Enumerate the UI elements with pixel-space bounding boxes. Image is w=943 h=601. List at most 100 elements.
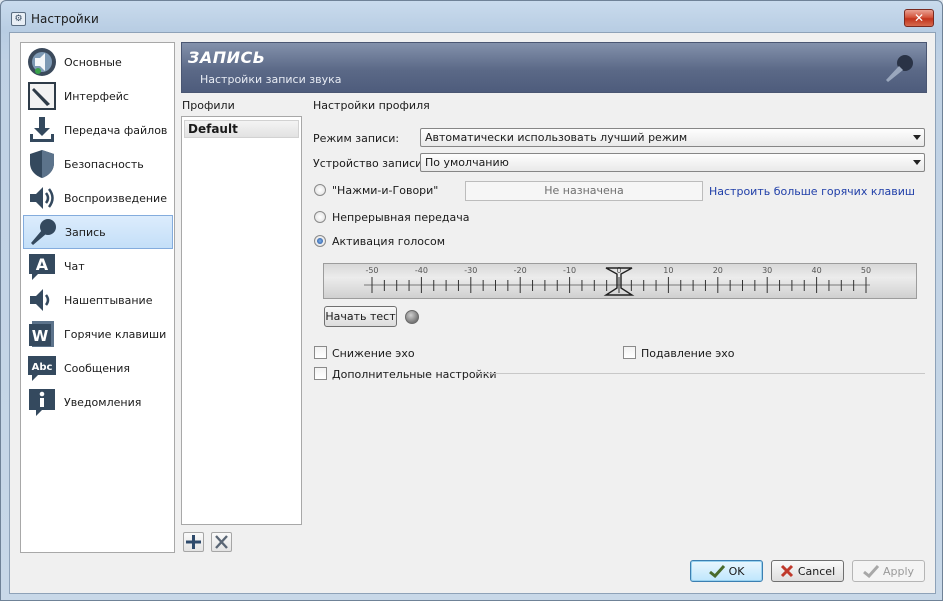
sidebar-item-file-transfer[interactable]: Передача файлов xyxy=(23,113,173,147)
sidebar-item-label: Интерфейс xyxy=(64,89,129,103)
svg-text:A: A xyxy=(36,255,49,274)
echo-cancellation-label[interactable]: Подавление эхо xyxy=(641,347,735,360)
chat-a-icon: A xyxy=(26,250,58,282)
apply-button-label: Apply xyxy=(882,564,915,578)
sidebar-item-general[interactable]: Основные xyxy=(23,45,173,79)
section-header: ЗАПИСЬ Настройки записи звука xyxy=(181,42,927,93)
continuous-transmission-label[interactable]: Непрерывная передача xyxy=(332,211,469,224)
advanced-settings-checkbox[interactable] xyxy=(314,367,327,380)
microphone-icon xyxy=(27,216,59,248)
delete-x-icon xyxy=(215,535,228,549)
section-subtitle: Настройки записи звука xyxy=(200,73,342,86)
sidebar-item-label: Безопасность xyxy=(64,157,144,171)
sidebar-item-chat[interactable]: A Чат xyxy=(23,249,173,283)
voice-activation-label[interactable]: Активация голосом xyxy=(332,235,445,248)
record-mode-label: Режим записи: xyxy=(313,132,400,145)
info-icon xyxy=(26,386,58,418)
continuous-transmission-radio[interactable] xyxy=(314,211,326,223)
profile-settings-label: Настройки профиля xyxy=(313,99,430,112)
profiles-label: Профили xyxy=(182,99,235,112)
record-device-label: Устройство записи: xyxy=(313,157,427,170)
record-mode-value: Автоматически использовать лучший режим xyxy=(425,131,688,144)
ok-button[interactable]: OK xyxy=(690,560,763,582)
sidebar-item-label: Чат xyxy=(64,259,85,273)
apply-button[interactable]: Apply xyxy=(852,560,925,582)
record-mode-select[interactable]: Автоматически использовать лучший режим xyxy=(420,128,925,147)
window-title: Настройки xyxy=(31,12,99,26)
sidebar-item-label: Воспроизведение xyxy=(64,191,167,205)
pen-icon xyxy=(26,80,58,112)
sidebar-item-label: Передача файлов xyxy=(64,123,168,137)
profiles-list[interactable]: Default xyxy=(181,116,302,525)
apply-check-icon xyxy=(863,564,879,578)
sidebar-item-whisper[interactable]: Нашептывание xyxy=(23,283,173,317)
shield-icon xyxy=(26,148,58,180)
speaker-logo-icon xyxy=(26,46,58,78)
meter-tick-label: 20 xyxy=(713,266,723,275)
level-meter-scale: -50 -40 -30 -20 -10 0 10 20 30 40 50 xyxy=(364,266,871,296)
speaker-icon xyxy=(26,182,58,214)
title-bar[interactable]: ⚙ Настройки ✕ xyxy=(1,1,942,34)
meter-tick-label: -20 xyxy=(514,266,527,275)
sidebar-item-security[interactable]: Безопасность xyxy=(23,147,173,181)
more-hotkeys-link[interactable]: Настроить больше горячих клавиш xyxy=(709,185,915,198)
meter-tick-label: -30 xyxy=(464,266,477,275)
dialog-body: Основные Интерфейс Передача файлов Безоп… xyxy=(9,32,936,594)
hotkey-w-icon: W xyxy=(26,318,58,350)
chevron-down-icon xyxy=(913,160,921,165)
sidebar-item-label: Уведомления xyxy=(64,395,142,409)
settings-sidebar: Основные Интерфейс Передача файлов Безоп… xyxy=(20,42,175,553)
meter-tick-label: -10 xyxy=(563,266,576,275)
profile-item-default[interactable]: Default xyxy=(184,120,299,138)
plus-icon xyxy=(186,535,201,549)
echo-reduction-checkbox[interactable] xyxy=(314,346,327,359)
ok-button-label: OK xyxy=(728,564,745,578)
push-to-talk-radio[interactable] xyxy=(314,184,326,196)
meter-tick-label: 50 xyxy=(861,266,871,275)
sidebar-item-playback[interactable]: Воспроизведение xyxy=(23,181,173,215)
meter-tick-label: 30 xyxy=(762,266,772,275)
sidebar-item-hotkeys[interactable]: W Горячие клавиши xyxy=(23,317,173,351)
ok-check-icon xyxy=(708,564,725,578)
sidebar-item-record[interactable]: Запись xyxy=(23,215,173,249)
download-icon xyxy=(26,114,58,146)
close-button[interactable]: ✕ xyxy=(904,9,934,27)
echo-cancellation-checkbox[interactable] xyxy=(623,346,636,359)
hotkey-field[interactable]: Не назначена xyxy=(465,181,703,201)
meter-tick-label: -50 xyxy=(365,266,378,275)
sidebar-item-notifications[interactable]: Уведомления xyxy=(23,385,173,419)
sidebar-item-label: Сообщения xyxy=(64,361,131,375)
settings-window: ⚙ Настройки ✕ Основные Интерфейс Передач… xyxy=(0,0,943,601)
settings-app-icon: ⚙ xyxy=(11,12,26,26)
voice-activation-radio[interactable] xyxy=(314,235,326,247)
svg-text:W: W xyxy=(32,327,49,345)
meter-tick-label: 10 xyxy=(663,266,673,275)
sidebar-item-label: Горячие клавиши xyxy=(64,327,167,341)
push-to-talk-label[interactable]: "Нажми-и-Говори" xyxy=(332,184,438,197)
svg-text:Abc: Abc xyxy=(32,362,53,373)
microphone-icon xyxy=(882,53,916,83)
cancel-button[interactable]: Cancel xyxy=(771,560,844,582)
close-icon: ✕ xyxy=(913,11,925,25)
cancel-button-label: Cancel xyxy=(797,564,836,578)
cancel-x-icon xyxy=(780,564,793,578)
sidebar-item-messages[interactable]: Abc Сообщения xyxy=(23,351,173,385)
add-profile-button[interactable] xyxy=(183,532,204,552)
start-test-button[interactable]: Начать тест xyxy=(324,306,397,327)
delete-profile-button[interactable] xyxy=(211,532,232,552)
chevron-down-icon xyxy=(913,135,921,140)
sidebar-item-interface[interactable]: Интерфейс xyxy=(23,79,173,113)
advanced-settings-label[interactable]: Дополнительные настройки xyxy=(332,368,497,381)
sidebar-item-label: Нашептывание xyxy=(64,293,153,307)
abc-messages-icon: Abc xyxy=(26,352,58,384)
test-status-led xyxy=(405,310,419,324)
echo-reduction-label[interactable]: Снижение эхо xyxy=(332,347,415,360)
record-device-select[interactable]: По умолчанию xyxy=(420,153,925,172)
meter-tick-label: -40 xyxy=(415,266,428,275)
record-device-value: По умолчанию xyxy=(425,156,509,169)
advanced-settings-divider xyxy=(477,373,925,374)
whisper-speaker-icon xyxy=(26,284,58,316)
meter-tick-label: 40 xyxy=(812,266,822,275)
voice-activation-level-slider[interactable]: -50 -40 -30 -20 -10 0 10 20 30 40 50 xyxy=(323,263,917,299)
section-title: ЗАПИСЬ xyxy=(188,48,266,67)
